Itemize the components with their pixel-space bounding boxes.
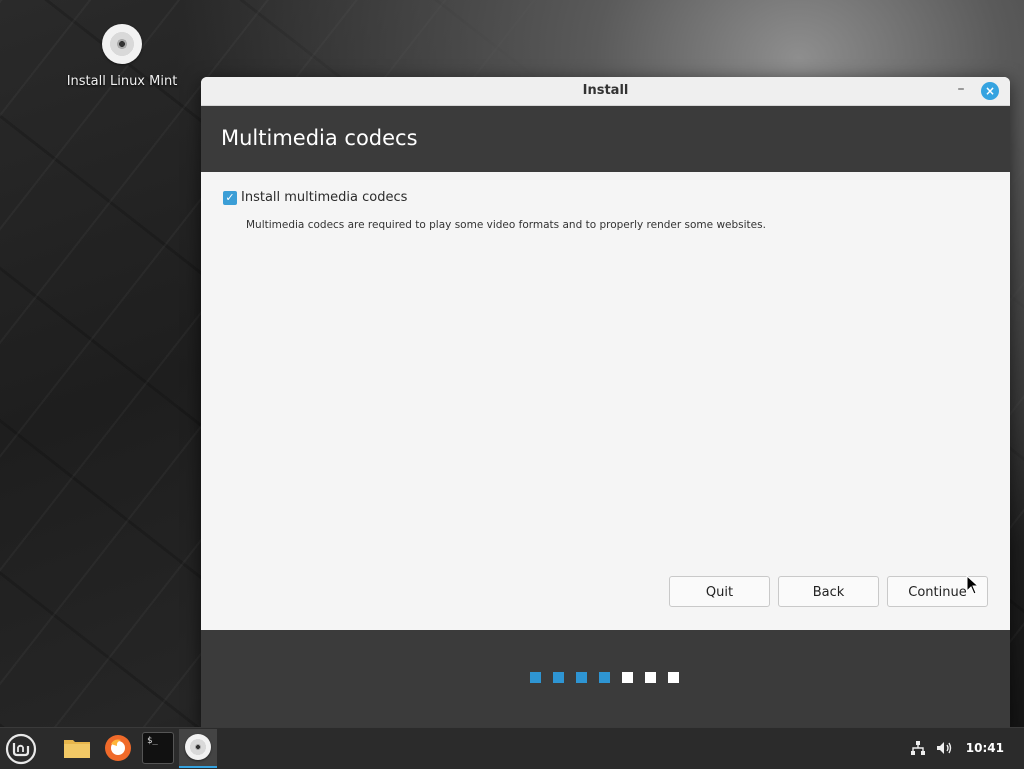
window-title: Install: [582, 83, 629, 98]
progress-step-complete: [553, 672, 564, 683]
progress-step-pending: [668, 672, 679, 683]
firefox-icon[interactable]: [102, 732, 134, 764]
taskbar: $_ 10:41: [0, 727, 1024, 769]
cd-disc-icon: [102, 24, 142, 64]
codecs-checkbox-row[interactable]: ✓ Install multimedia codecs: [223, 190, 407, 205]
clock[interactable]: 10:41: [966, 741, 1004, 755]
desktop-icon-install-linux-mint[interactable]: Install Linux Mint: [62, 24, 182, 89]
desktop-icon-label: Install Linux Mint: [66, 74, 178, 89]
files-icon[interactable]: [61, 732, 93, 764]
installer-disc-icon: [185, 734, 211, 760]
close-button[interactable]: ×: [981, 82, 999, 100]
minimize-button[interactable]: –: [953, 81, 969, 99]
page-title: Multimedia codecs: [221, 126, 418, 150]
progress-step-complete: [576, 672, 587, 683]
content-area: ✓ Install multimedia codecs Multimedia c…: [201, 172, 1010, 630]
progress-step-pending: [622, 672, 633, 683]
install-window: Install – × Multimedia codecs ✓ Install …: [201, 77, 1010, 727]
progress-steps: [530, 672, 691, 683]
progress-step-complete: [530, 672, 541, 683]
title-bar[interactable]: Install – ×: [201, 77, 1010, 106]
network-icon[interactable]: [910, 740, 926, 756]
page-header: Multimedia codecs: [201, 106, 1010, 172]
volume-icon[interactable]: [936, 740, 954, 756]
installer-taskbar-button[interactable]: [179, 729, 217, 768]
checkbox-label[interactable]: Install multimedia codecs: [241, 190, 407, 205]
menu-icon[interactable]: [4, 733, 38, 765]
codecs-description: Multimedia codecs are required to play s…: [246, 219, 766, 231]
progress-step-complete: [599, 672, 610, 683]
mouse-cursor-icon: [966, 575, 980, 595]
terminal-icon[interactable]: $_: [142, 732, 174, 764]
back-button[interactable]: Back: [778, 576, 879, 607]
quit-button[interactable]: Quit: [669, 576, 770, 607]
progress-footer: [201, 630, 1010, 727]
system-tray: 10:41: [910, 740, 1004, 756]
progress-step-pending: [645, 672, 656, 683]
install-codecs-checkbox[interactable]: ✓: [223, 190, 237, 205]
